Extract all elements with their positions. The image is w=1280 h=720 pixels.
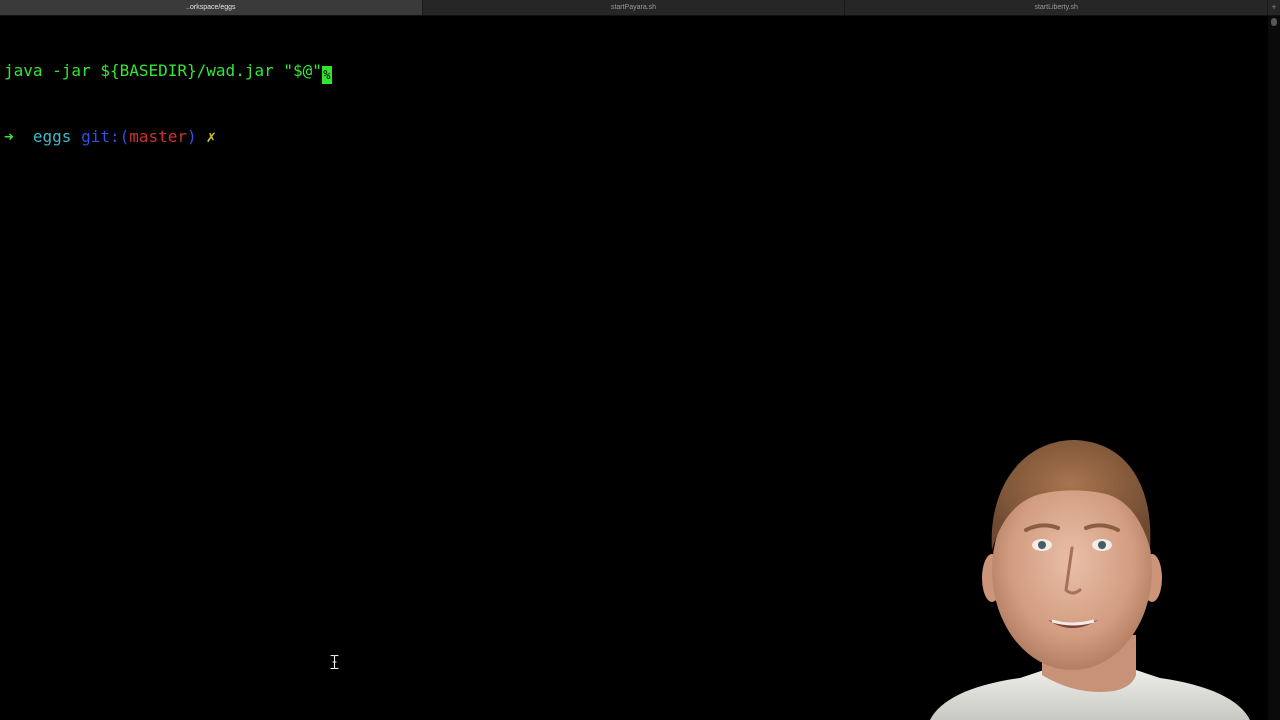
terminal-window: ..orkspace/eggs startPayara.sh startLibe… — [0, 0, 1280, 720]
new-tab-button[interactable]: + — [1268, 0, 1280, 15]
tab-start-payara[interactable]: startPayara.sh — [422, 0, 846, 15]
terminal-line-prompt: ➜ eggs git:(master) ✗ — [4, 126, 1266, 148]
command-text: java -jar ${BASEDIR}/wad.jar "$@" — [4, 61, 322, 80]
scrollbar-thumb[interactable] — [1271, 18, 1277, 26]
i-beam-cursor-icon — [330, 655, 339, 669]
scrollbar[interactable] — [1268, 16, 1280, 720]
presenter-webcam — [930, 440, 1250, 720]
terminal-line-command: java -jar ${BASEDIR}/wad.jar "$@"% — [4, 60, 1266, 84]
git-dirty-icon: ✗ — [206, 127, 216, 146]
git-suffix: ) — [187, 127, 197, 146]
git-prefix: git:( — [81, 127, 130, 146]
tab-bar: ..orkspace/eggs startPayara.sh startLibe… — [0, 0, 1280, 16]
tab-start-liberty[interactable]: startLiberty.sh — [845, 0, 1269, 15]
prompt-arrow-icon: ➜ — [4, 127, 14, 146]
prompt-directory: eggs — [32, 127, 72, 146]
tab-eggs[interactable]: ..orkspace/eggs — [0, 0, 423, 15]
git-branch: master — [129, 127, 188, 146]
text-cursor: % — [321, 66, 332, 84]
